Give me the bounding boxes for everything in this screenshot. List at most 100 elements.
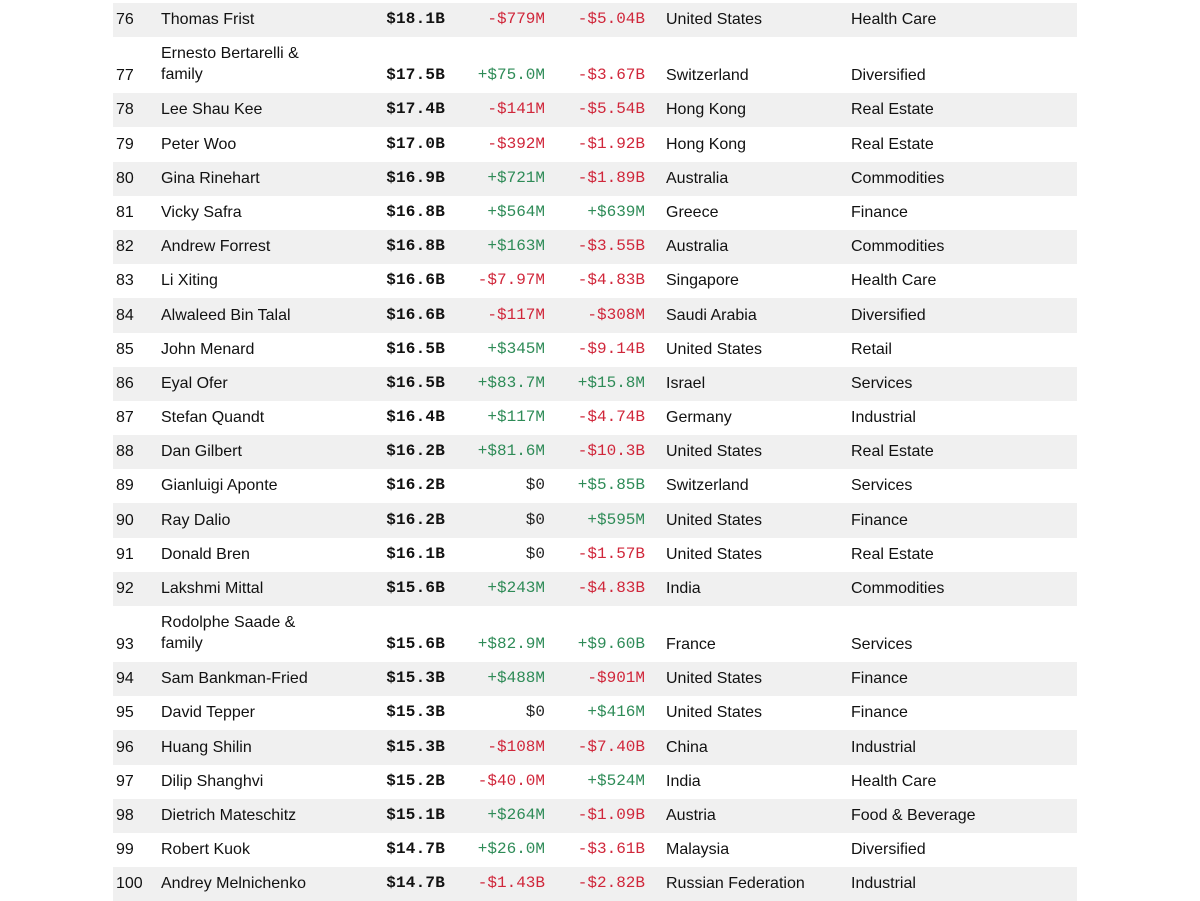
table-row[interactable]: 97 Dilip Shanghvi $15.2B -$40.0M +$524M India… <box>113 765 1077 799</box>
industry-cell: Industrial <box>851 875 916 893</box>
table-row[interactable]: 95 David Tepper $15.3B $0 +$416M United State… <box>113 696 1077 730</box>
table-row[interactable]: 89 Gianluigi Aponte $16.2B $0 +$5.85B Switzer… <box>113 469 1077 503</box>
table-row[interactable]: 84 Alwaleed Bin Talal $16.6B -$117M -$308M Sa… <box>113 298 1077 333</box>
net-worth-cell: $15.3B <box>386 737 445 756</box>
industry-cell: Food & Beverage <box>851 806 976 824</box>
industry-cell: Finance <box>851 670 908 688</box>
ytd-change-cell: +$5.85B <box>577 476 645 495</box>
last-change-cell: +$82.9M <box>477 635 545 653</box>
table-row[interactable]: 90 Ray Dalio $16.2B $0 +$595M United States Fi… <box>113 503 1077 538</box>
industry-cell: Commodities <box>851 238 945 256</box>
rank-cell: 99 <box>116 841 134 859</box>
table-row[interactable]: 79 Peter Woo $17.0B -$392M -$1.92B Hong Kong R… <box>113 127 1077 161</box>
name-cell: Dan Gilbert <box>161 443 242 461</box>
table-row[interactable]: 78 Lee Shau Kee $17.4B -$141M -$5.54B Hong Ko… <box>113 93 1077 128</box>
table-row[interactable]: 86 Eyal Ofer $16.5B +$83.7M +$15.8M Israel Ser… <box>113 366 1077 401</box>
rank-cell: 87 <box>116 409 134 427</box>
ytd-change-cell: -$3.67B <box>577 66 645 85</box>
net-worth-cell: $17.0B <box>386 134 445 153</box>
table-row[interactable]: 81 Vicky Safra $16.8B +$564M +$639M Greece Fin… <box>113 196 1077 230</box>
table-row[interactable]: 88 Dan Gilbert $16.2B +$81.6M -$10.3B United … <box>113 435 1077 470</box>
ytd-change-cell: -$10.3B <box>577 442 645 461</box>
rank-cell: 86 <box>116 374 134 392</box>
industry-cell: Services <box>851 374 913 392</box>
name-cell: Vicky Safra <box>161 203 242 221</box>
rank-cell: 92 <box>116 580 134 597</box>
last-change-cell: -$108M <box>487 737 545 756</box>
country-cell: France <box>666 636 716 653</box>
table-row[interactable]: 94 Sam Bankman-Fried $15.3B +$488M -$901M Uni… <box>113 662 1077 697</box>
net-worth-cell: $16.8B <box>386 202 445 221</box>
country-cell: United States <box>666 443 763 461</box>
country-cell: Malaysia <box>666 841 730 859</box>
last-change-cell: $0 <box>525 510 545 529</box>
name-cell: Dilip Shanghvi <box>161 772 264 790</box>
country-cell: Saudi Arabia <box>666 306 757 324</box>
table-row[interactable]: 91 Donald Bren $16.1B $0 -$1.57B United State… <box>113 538 1077 572</box>
table-row[interactable]: 99 Robert Kuok $14.7B +$26.0M -$3.61B Malaysi… <box>113 833 1077 867</box>
country-cell: United States <box>666 670 763 688</box>
last-change-cell: -$392M <box>487 134 545 153</box>
last-change-cell: +$564M <box>487 202 545 221</box>
industry-cell: Finance <box>851 203 908 221</box>
country-cell: United States <box>666 545 763 563</box>
ytd-change-cell: +$639M <box>587 202 645 221</box>
rank-cell: 100 <box>116 875 143 893</box>
name-cell: John Menard <box>161 340 255 358</box>
table-row[interactable]: 92 Lakshmi Mittal $15.6B +$243M -$4.83B India… <box>113 571 1077 606</box>
industry-cell: Industrial <box>851 738 916 756</box>
last-change-cell: +$264M <box>487 805 545 824</box>
table-row[interactable]: 85 John Menard $16.5B +$345M -$9.14B United S… <box>113 333 1077 367</box>
name-cell: Eyal Ofer <box>161 374 228 392</box>
industry-cell: Services <box>851 636 913 653</box>
country-cell: Australia <box>666 238 729 256</box>
ytd-change-cell: +$9.60B <box>577 635 645 653</box>
rank-cell: 84 <box>116 306 134 324</box>
ytd-change-cell: -$3.55B <box>577 237 645 256</box>
table-row[interactable]: 93 Rodolphe Saade & family $15.6B +$82.9M +$… <box>113 606 1077 662</box>
industry-cell: Health Care <box>851 272 937 290</box>
net-worth-cell: $15.1B <box>386 805 445 824</box>
net-worth-cell: $15.3B <box>386 703 445 722</box>
rank-cell: 91 <box>116 545 134 563</box>
ytd-change-cell: -$901M <box>587 669 645 688</box>
net-worth-cell: $15.2B <box>386 771 445 790</box>
table-row[interactable]: 96 Huang Shilin $15.3B -$108M -$7.40B China In… <box>113 730 1077 765</box>
last-change-cell: $0 <box>525 544 545 563</box>
country-cell: United States <box>666 511 763 529</box>
net-worth-cell: $15.3B <box>386 669 445 688</box>
name-cell: Alwaleed Bin Talal <box>161 306 291 324</box>
country-cell: United States <box>666 704 763 722</box>
name-cell: Ray Dalio <box>161 511 231 529</box>
name-cell: Sam Bankman-Fried <box>161 670 308 688</box>
rank-cell: 93 <box>116 636 134 653</box>
table-row[interactable]: 77 Ernesto Bertarelli & family $17.5B +$75.… <box>113 37 1077 93</box>
industry-cell: Health Care <box>851 11 937 29</box>
table-row[interactable]: 98 Dietrich Mateschitz $15.1B +$264M -$1.09B… <box>113 798 1077 833</box>
name-cell: Dietrich Mateschitz <box>161 806 297 824</box>
net-worth-cell: $17.4B <box>386 100 445 119</box>
last-change-cell: $0 <box>525 476 545 495</box>
table-row[interactable]: 80 Gina Rinehart $16.9B +$721M -$1.89B Austra… <box>113 161 1077 196</box>
rank-cell: 94 <box>116 670 134 688</box>
rank-cell: 89 <box>116 477 134 495</box>
net-worth-cell: $16.6B <box>386 271 445 290</box>
industry-cell: Finance <box>851 511 908 529</box>
ytd-change-cell: -$1.09B <box>577 805 645 824</box>
name-cell: Donald Bren <box>161 545 250 563</box>
table-row[interactable]: 82 Andrew Forrest $16.8B +$163M -$3.55B Austr… <box>113 229 1077 265</box>
country-cell: United States <box>666 11 763 29</box>
table-row[interactable]: 76 Thomas Frist $18.1B -$779M -$5.04B United … <box>113 3 1077 38</box>
country-cell: India <box>666 580 701 597</box>
table-row[interactable]: 87 Stefan Quandt $16.4B +$117M -$4.74B German… <box>113 401 1077 435</box>
rank-cell: 88 <box>116 443 134 461</box>
table-row[interactable]: 83 Li Xiting $16.6B -$7.97M -$4.83B Singapore… <box>113 264 1077 298</box>
table-row[interactable]: 100 Andrey Melnichenko $14.7B -$1.43B -$2.82… <box>113 867 1077 901</box>
net-worth-cell: $17.5B <box>386 66 445 85</box>
last-change-cell: $0 <box>525 703 545 722</box>
industry-cell: Services <box>851 477 913 495</box>
industry-cell: Finance <box>851 704 908 722</box>
country-cell: Switzerland <box>666 477 749 495</box>
country-cell: Hong Kong <box>666 135 747 153</box>
net-worth-cell: $16.5B <box>386 373 445 392</box>
